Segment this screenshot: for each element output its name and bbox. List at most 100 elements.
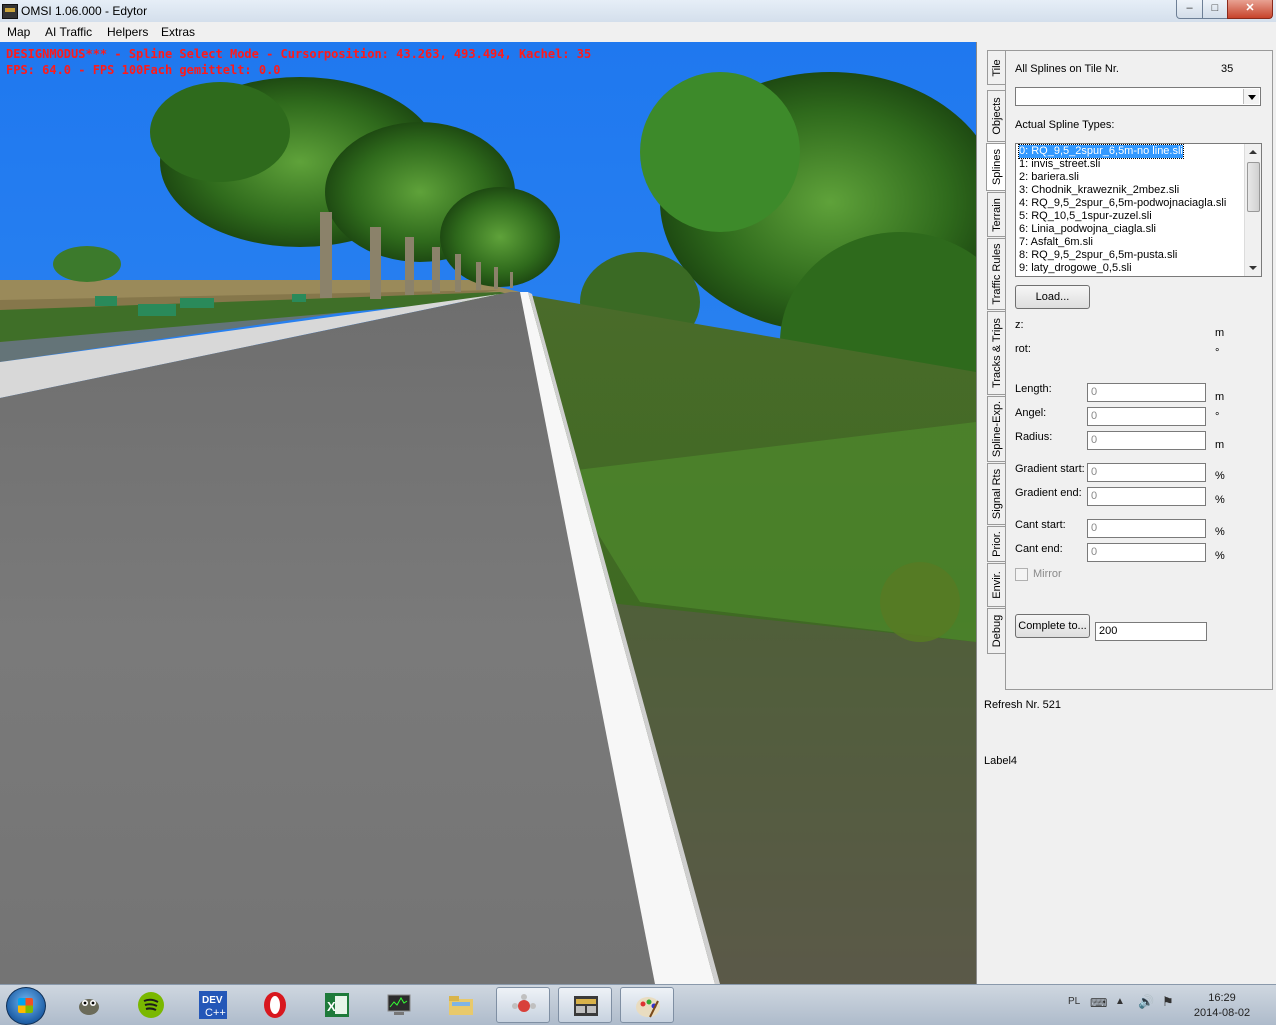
rot-label: rot: (1015, 343, 1031, 355)
tab-spline-exp[interactable]: Spline-Exp. (987, 396, 1005, 462)
menu-ai-traffic[interactable]: AI Traffic (45, 25, 92, 39)
omsi-taskbar-button[interactable] (558, 987, 612, 1023)
tab-tile[interactable]: Tile (987, 50, 1005, 85)
list-item[interactable]: 4: RQ_9,5_2spur_6,5m-podwojnaciagla.sli (1019, 197, 1226, 210)
scene-viewport[interactable]: DESIGNMODUS*** - Spline Select Mode - Cu… (0, 42, 976, 984)
tab-prior[interactable]: Prior. (987, 526, 1005, 562)
list-item[interactable]: 1: invis_street.sli (1019, 158, 1100, 171)
radius-field[interactable]: 0 (1087, 431, 1206, 450)
refresh-label: Refresh Nr. 521 (984, 699, 1062, 711)
scroll-down-icon[interactable] (1245, 260, 1261, 276)
z-unit: m (1215, 327, 1225, 339)
tab-traffic-rules[interactable]: Traffic Rules (987, 238, 1005, 310)
tile-number: 35 (1221, 63, 1234, 75)
scroll-thumb[interactable] (1247, 162, 1260, 212)
spotify-taskbar-button[interactable] (124, 987, 178, 1023)
cant-end-label: Cant end: (1015, 543, 1063, 555)
cant-start-field[interactable]: 0 (1087, 519, 1206, 538)
paint-taskbar-button[interactable] (620, 987, 674, 1023)
opera-icon (264, 992, 286, 1018)
list-scrollbar[interactable] (1244, 144, 1261, 276)
menu-map[interactable]: Map (7, 25, 30, 39)
omsi-icon (574, 996, 598, 1016)
clock[interactable]: 16:29 2014-08-02 (1190, 991, 1254, 1021)
gradient-end-label: Gradient end: (1015, 487, 1082, 499)
menu-helpers[interactable]: Helpers (107, 25, 148, 39)
road-scene (0, 42, 976, 984)
z-label: z: (1015, 319, 1024, 331)
paint-icon (636, 997, 660, 1018)
start-button[interactable] (6, 987, 46, 1025)
complete-to-field[interactable]: 200 (1095, 622, 1207, 641)
menu-bar: Map AI Traffic Helpers Extras (0, 22, 1276, 42)
complete-to-button[interactable]: Complete to... (1015, 614, 1090, 638)
flag-icon[interactable]: ⚑ (1162, 994, 1174, 1010)
gradient-start-field[interactable]: 0 (1087, 463, 1206, 482)
volume-icon[interactable]: 🔊 (1138, 994, 1154, 1010)
file-explorer-taskbar-button[interactable] (434, 987, 488, 1023)
list-item[interactable]: 2: bariera.sli (1019, 171, 1079, 184)
tab-tracks-trips[interactable]: Tracks & Trips (987, 311, 1005, 395)
angel-label: Angel: (1015, 407, 1047, 419)
tab-objects[interactable]: Objects (987, 90, 1005, 142)
svg-text:C++: C++ (205, 1007, 226, 1019)
network-tool-icon (512, 994, 536, 1012)
list-item[interactable]: 7: Asfalt_6m.sli (1019, 236, 1093, 249)
devcpp-taskbar-button[interactable]: DEV C++ (186, 987, 240, 1023)
hud-status-line: DESIGNMODUS*** - Spline Select Mode - Cu… (6, 47, 592, 61)
minimize-button[interactable]: – (1176, 0, 1203, 19)
list-item[interactable]: 3: Chodnik_kraweznik_2mbez.sli (1019, 184, 1179, 197)
scroll-up-icon[interactable] (1245, 144, 1261, 160)
spline-combo[interactable] (1015, 87, 1261, 106)
list-item[interactable]: 8: RQ_9,5_2spur_6,5m-pusta.sli (1019, 249, 1177, 262)
maximize-button[interactable]: □ (1202, 0, 1228, 19)
clock-date: 2014-08-02 (1193, 1007, 1251, 1019)
all-splines-label: All Splines on Tile Nr. (1015, 63, 1119, 75)
taskbar: DEV C++ X PL ⌨ ▲ 🔊 ⚑ 16:29 2014-08-02 (0, 984, 1276, 1025)
excel-taskbar-button[interactable]: X (310, 987, 364, 1023)
mirror-checkbox[interactable] (1015, 568, 1028, 581)
load-button[interactable]: Load... (1015, 285, 1090, 309)
svg-text:DEV: DEV (202, 995, 223, 1006)
chevron-up-icon[interactable]: ▲ (1115, 996, 1125, 1007)
spline-types-list[interactable]: 0: RQ_9,5_2spur_6,5m-no line.sli 1: invi… (1015, 143, 1262, 277)
keyboard-icon[interactable]: ⌨ (1090, 996, 1107, 1010)
length-label: Length: (1015, 383, 1052, 395)
tab-terrain[interactable]: Terrain (987, 192, 1005, 237)
mirror-label: Mirror (1033, 568, 1062, 580)
cant-start-unit: % (1215, 526, 1225, 538)
language-indicator[interactable]: PL (1068, 996, 1080, 1007)
opera-taskbar-button[interactable] (248, 987, 302, 1023)
angel-field[interactable]: 0 (1087, 407, 1206, 426)
list-item[interactable]: 6: Linia_podwojna_ciagla.sli (1019, 223, 1156, 236)
gimp-icon (79, 999, 99, 1015)
title-bar: OMSI 1.06.000 - Edytor – □ ✕ (0, 0, 1276, 23)
chevron-down-icon[interactable] (1243, 89, 1259, 104)
rot-unit: ° (1215, 347, 1220, 359)
radius-label: Radius: (1015, 431, 1053, 443)
spotify-icon (138, 992, 164, 1018)
radius-unit: m (1215, 439, 1225, 451)
close-button[interactable]: ✕ (1227, 0, 1273, 19)
tab-debug[interactable]: Debug (987, 608, 1005, 654)
cant-end-unit: % (1215, 550, 1225, 562)
tab-signal-rts[interactable]: Signal Rts (987, 463, 1005, 525)
tab-envir[interactable]: Envir. (987, 563, 1005, 607)
task-manager-icon (387, 994, 411, 1015)
list-item[interactable]: 0: RQ_9,5_2spur_6,5m-no line.sli (1018, 144, 1184, 159)
gradient-start-unit: % (1215, 470, 1225, 482)
gimp-taskbar-button[interactable] (62, 987, 116, 1023)
length-field[interactable]: 0 (1087, 383, 1206, 402)
gradient-end-field[interactable]: 0 (1087, 487, 1206, 506)
task-manager-taskbar-button[interactable] (372, 987, 426, 1023)
actual-spline-types-label: Actual Spline Types: (1015, 119, 1115, 131)
length-unit: m (1215, 391, 1225, 403)
list-item[interactable]: 9: laty_drogowe_0,5.sli (1019, 262, 1132, 275)
hud-fps-line: FPS: 64.0 - FPS 100Fach gemittelt: 0.0 (6, 63, 281, 77)
network-tool-taskbar-button[interactable] (496, 987, 550, 1023)
list-item[interactable]: 5: RQ_10,5_1spur-zuzel.sli (1019, 210, 1152, 223)
menu-extras[interactable]: Extras (161, 25, 195, 39)
gradient-end-unit: % (1215, 494, 1225, 506)
cant-end-field[interactable]: 0 (1087, 543, 1206, 562)
tab-splines[interactable]: Splines (986, 143, 1006, 191)
